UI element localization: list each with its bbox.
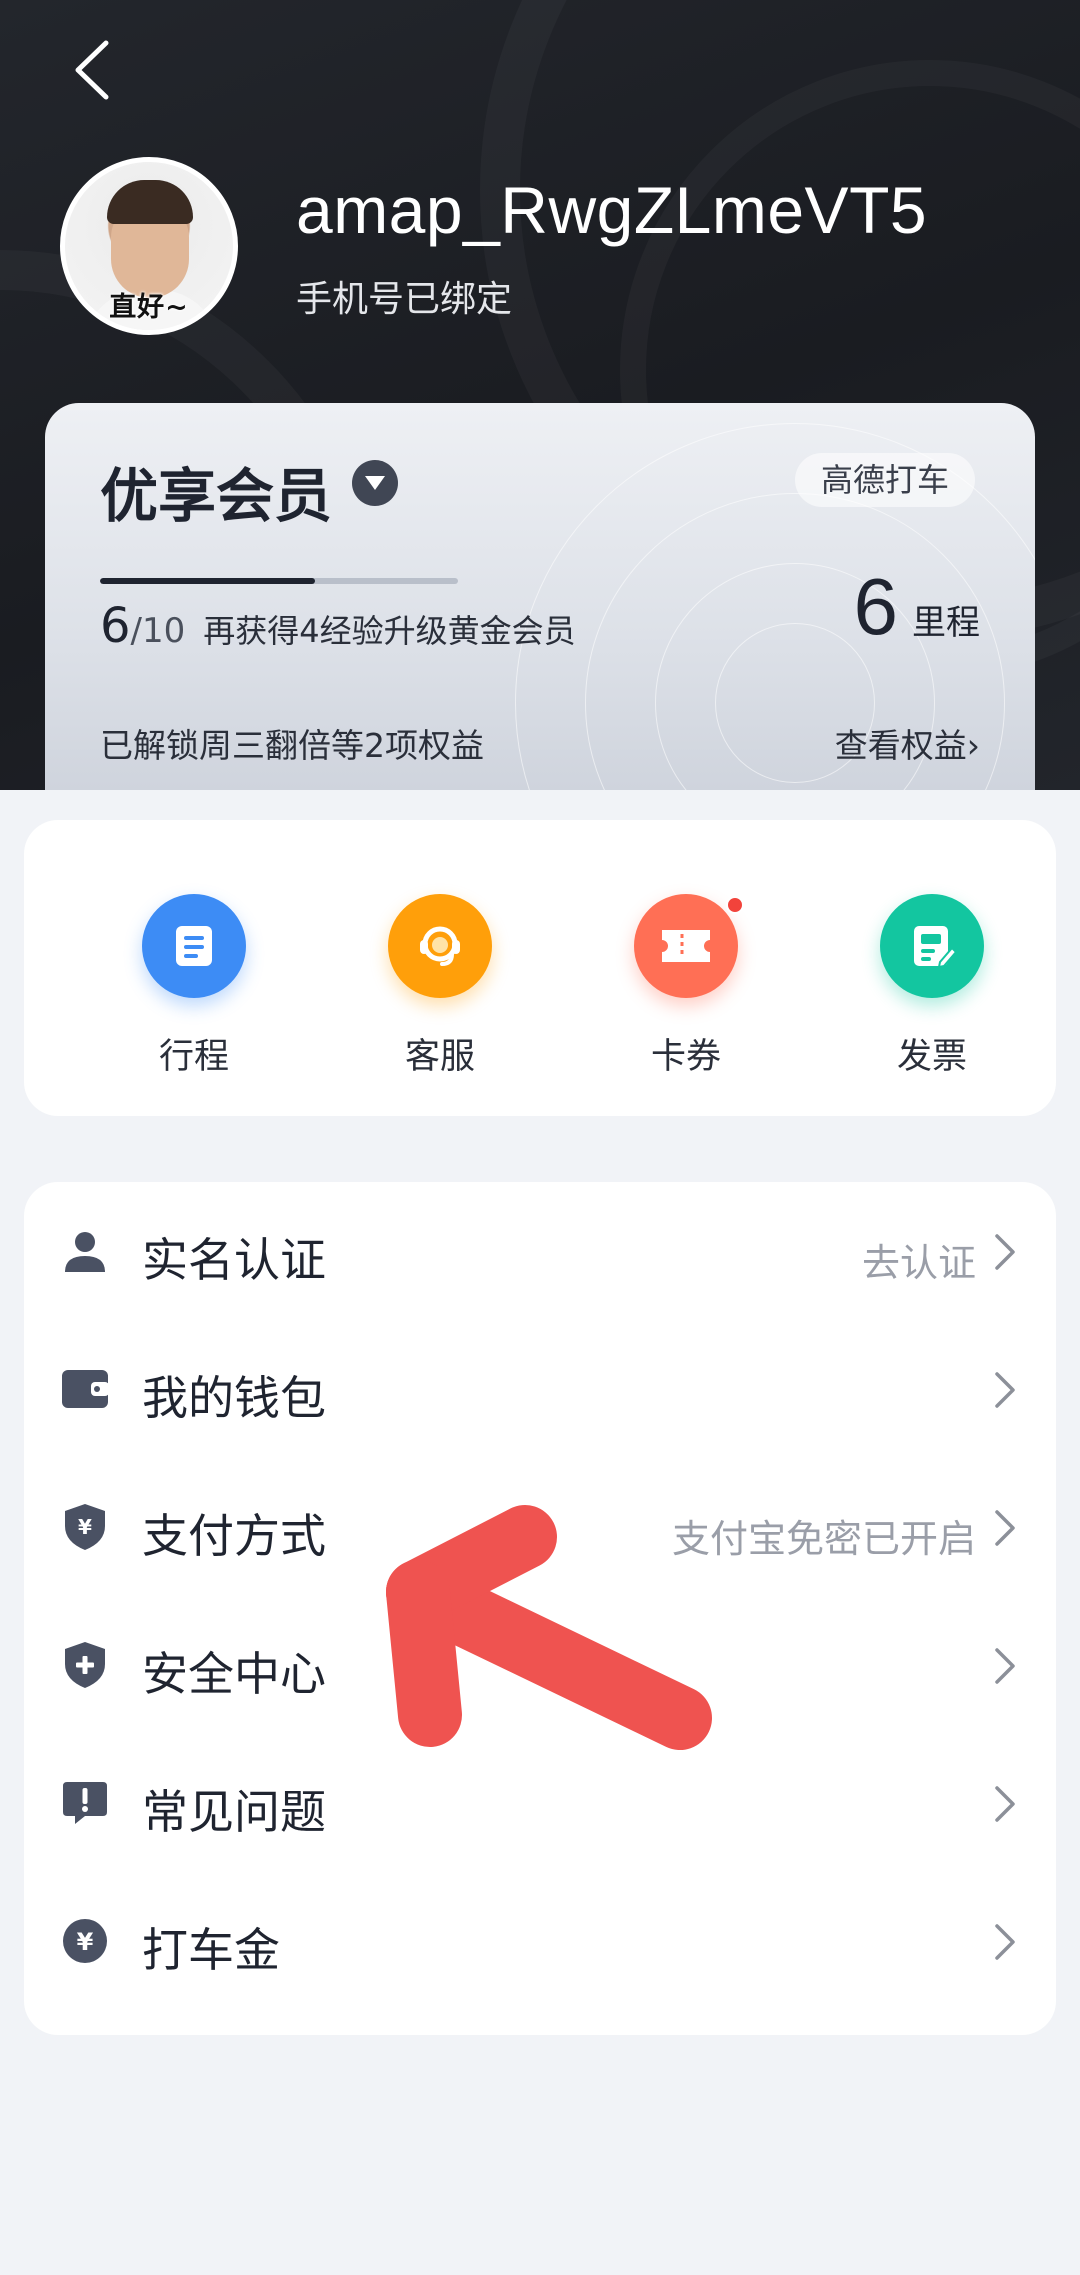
svg-text:¥: ¥ bbox=[78, 1515, 92, 1539]
quick-action-customer-service[interactable]: 客服 bbox=[360, 894, 520, 1079]
settings-menu: 实名认证 去认证 我的钱包 ¥ 支付方式 支付宝免密已开启 安全中心 常见问题 … bbox=[24, 1182, 1056, 2035]
mileage-unit: 里程 bbox=[912, 603, 980, 643]
triangle-down-icon bbox=[365, 476, 385, 490]
chevron-right-icon bbox=[995, 1648, 1015, 1684]
menu-label: 实名认证 bbox=[142, 1233, 326, 1287]
member-progress-text: 6/10 再获得4经验升级黄金会员 bbox=[100, 598, 576, 654]
exclamation-chat-icon bbox=[60, 1778, 110, 1828]
member-progress-fill bbox=[100, 578, 315, 584]
chevron-right-icon bbox=[995, 1510, 1015, 1546]
progress-total: /10 bbox=[130, 611, 186, 651]
menu-row-ride-credit[interactable]: ¥ 打车金 bbox=[24, 1872, 1056, 2010]
member-progress-bar bbox=[100, 578, 458, 584]
quick-action-label: 行程 bbox=[158, 1037, 229, 1077]
menu-label: 安全中心 bbox=[142, 1647, 326, 1701]
chevron-right-icon bbox=[995, 1234, 1015, 1270]
menu-label: 打车金 bbox=[142, 1923, 280, 1977]
avatar[interactable]: 直好~ bbox=[60, 157, 238, 335]
member-level-dropdown[interactable] bbox=[352, 460, 398, 506]
back-button[interactable] bbox=[62, 32, 122, 108]
person-icon bbox=[60, 1226, 110, 1276]
menu-label: 我的钱包 bbox=[142, 1371, 326, 1425]
menu-label: 支付方式 bbox=[142, 1509, 326, 1563]
trip-list-icon bbox=[142, 894, 246, 998]
coin-icon: ¥ bbox=[60, 1916, 110, 1966]
menu-value: 支付宝免密已开启 bbox=[671, 1517, 976, 1561]
quick-action-label: 发票 bbox=[896, 1037, 967, 1077]
notification-badge bbox=[726, 896, 744, 914]
chevron-right-icon bbox=[995, 1924, 1015, 1960]
quick-action-label: 卡券 bbox=[650, 1037, 721, 1077]
unlocked-benefits-text: 已解锁周三翻倍等2项权益 bbox=[100, 726, 484, 765]
menu-row-security-center[interactable]: 安全中心 bbox=[24, 1596, 1056, 1734]
mileage: 6 里程 bbox=[854, 561, 981, 653]
quick-action-coupons[interactable]: 卡券 bbox=[606, 894, 766, 1079]
menu-value: 去认证 bbox=[861, 1241, 976, 1285]
view-benefits-link[interactable]: 查看权益› bbox=[835, 719, 980, 767]
menu-row-real-name-verification[interactable]: 实名认证 去认证 bbox=[24, 1182, 1056, 1320]
quick-action-label: 客服 bbox=[404, 1037, 475, 1077]
chevron-right-icon bbox=[995, 1372, 1015, 1408]
menu-row-faq[interactable]: 常见问题 bbox=[24, 1734, 1056, 1872]
chevron-left-icon bbox=[75, 40, 109, 100]
quick-actions-card: 行程 客服 卡券 发票 bbox=[24, 820, 1056, 1116]
svg-text:¥: ¥ bbox=[77, 1928, 94, 1956]
ticket-icon bbox=[634, 894, 744, 998]
mileage-value: 6 bbox=[853, 562, 899, 651]
avatar-caption: 直好~ bbox=[109, 292, 189, 323]
invoice-icon bbox=[880, 894, 984, 998]
menu-row-wallet[interactable]: 我的钱包 bbox=[24, 1320, 1056, 1458]
username: amap_RwgZLmeVT5 bbox=[296, 173, 928, 247]
phone-status: 手机号已绑定 bbox=[296, 279, 513, 320]
chevron-right-icon bbox=[995, 1786, 1015, 1822]
wallet-icon bbox=[60, 1364, 110, 1414]
progress-hint: 再获得4经验升级黄金会员 bbox=[203, 612, 576, 650]
menu-row-payment-method[interactable]: ¥ 支付方式 支付宝免密已开启 bbox=[24, 1458, 1056, 1596]
headset-icon bbox=[388, 894, 492, 998]
member-tag: 高德打车 bbox=[794, 453, 975, 507]
shield-yen-icon: ¥ bbox=[60, 1502, 110, 1552]
membership-card[interactable]: 优享会员 高德打车 6/10 再获得4经验升级黄金会员 6 里程 已解锁周三翻倍等2… bbox=[45, 403, 1035, 790]
shield-plus-icon bbox=[60, 1640, 110, 1690]
quick-action-invoice[interactable]: 发票 bbox=[852, 894, 1012, 1079]
progress-current: 6 bbox=[100, 598, 131, 654]
menu-label: 常见问题 bbox=[142, 1785, 326, 1839]
member-level-title: 优享会员 bbox=[100, 462, 333, 530]
quick-action-trips[interactable]: 行程 bbox=[114, 894, 274, 1079]
